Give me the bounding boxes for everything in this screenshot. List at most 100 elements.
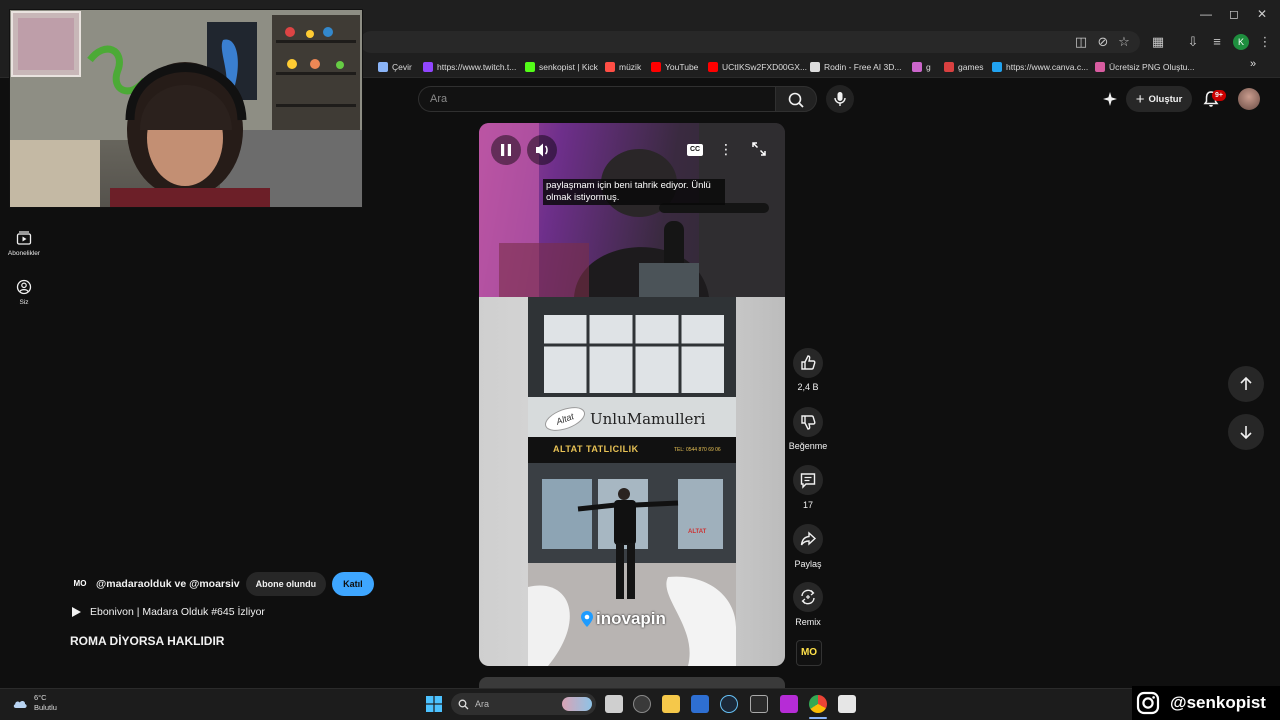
like-count: 2,4 B bbox=[797, 382, 819, 392]
bookmark-label: https://www.canva.c... bbox=[1006, 62, 1089, 72]
bookmark-star-icon[interactable]: ☆ bbox=[1115, 33, 1133, 51]
subscribed-button[interactable]: Abone olundu bbox=[245, 572, 327, 596]
maximize-button[interactable]: ◻ bbox=[1224, 4, 1244, 24]
chrome-icon[interactable] bbox=[809, 695, 827, 713]
search-placeholder: Ara bbox=[430, 93, 448, 105]
epic-games-icon[interactable] bbox=[750, 695, 768, 713]
bookmark-label: müzik bbox=[619, 62, 642, 72]
share-button[interactable] bbox=[793, 524, 823, 554]
volume-button[interactable] bbox=[527, 135, 557, 165]
remix-button[interactable] bbox=[793, 582, 823, 612]
streamer-scene bbox=[479, 123, 785, 297]
browser-menu-icon[interactable]: ⋮ bbox=[1256, 33, 1274, 51]
minimize-button[interactable]: — bbox=[1196, 4, 1216, 24]
bookmark-label: games bbox=[958, 62, 984, 72]
sidebar-item-label: Abonelikler bbox=[7, 250, 41, 257]
bookmark-label: YouTube bbox=[665, 62, 699, 72]
bookmark-item[interactable]: games bbox=[944, 58, 984, 76]
steam-icon[interactable] bbox=[720, 695, 738, 713]
storefront-scene: Altat UnluMamulleri ALTAT TATLICILIK TEL… bbox=[528, 297, 736, 666]
bookmark-item[interactable]: g bbox=[912, 58, 931, 76]
extensions-icon[interactable]: ▦ bbox=[1149, 33, 1167, 51]
short-video-player[interactable]: paylaşmam için beni tahrik ediyor. Ünlü … bbox=[479, 123, 785, 666]
next-short-preview[interactable] bbox=[479, 677, 785, 688]
close-window-button[interactable]: ✕ bbox=[1252, 4, 1272, 24]
comment-icon bbox=[800, 473, 816, 489]
sparkle-icon bbox=[1103, 92, 1117, 106]
bookmark-item[interactable]: YouTube bbox=[651, 58, 698, 76]
address-bar[interactable] bbox=[360, 31, 1140, 53]
sidebar-item-label: Siz bbox=[19, 299, 29, 306]
premium-sparkle-button[interactable] bbox=[1102, 91, 1118, 112]
task-view-icon[interactable] bbox=[605, 695, 623, 713]
microphone-icon bbox=[834, 92, 846, 106]
chatgpt-app-icon[interactable] bbox=[633, 695, 651, 713]
app-icon-white[interactable] bbox=[838, 695, 856, 713]
bookmark-item[interactable]: senkopist | Kick bbox=[525, 58, 598, 76]
sidebar-item-you[interactable]: Siz bbox=[4, 279, 44, 306]
pause-icon bbox=[501, 144, 511, 156]
taskbar-search[interactable]: Ara bbox=[451, 693, 596, 715]
bookmark-item[interactable]: https://www.canva.c... bbox=[992, 58, 1088, 76]
media-controls-icon[interactable]: ≡ bbox=[1208, 33, 1226, 51]
next-short-button[interactable] bbox=[1228, 414, 1264, 450]
microsoft-store-icon[interactable] bbox=[691, 695, 709, 713]
install-app-icon[interactable]: ◫ bbox=[1072, 33, 1090, 51]
remix-label: Remix bbox=[795, 617, 821, 627]
thumbs-down-icon bbox=[801, 415, 816, 430]
bookmark-item[interactable]: Ücretsiz PNG Oluştu... bbox=[1095, 58, 1195, 76]
bookmark-label: g bbox=[926, 62, 931, 72]
voice-search-button[interactable] bbox=[826, 85, 854, 113]
bookmark-item[interactable]: Çevir bbox=[378, 58, 412, 76]
bookmark-favicon-icon bbox=[992, 62, 1002, 72]
bookmark-favicon-icon bbox=[525, 62, 535, 72]
account-avatar[interactable] bbox=[1238, 88, 1260, 110]
search-button[interactable] bbox=[775, 86, 817, 112]
dislike-button[interactable] bbox=[793, 407, 823, 437]
create-label: Oluştur bbox=[1148, 93, 1183, 105]
webcam-scene bbox=[10, 10, 362, 207]
bookmark-item[interactable]: müzik bbox=[605, 58, 641, 76]
weather-widget[interactable]: 6°C Bulutlu bbox=[12, 693, 57, 713]
bookmark-item[interactable]: Rodin - Free AI 3D... bbox=[810, 58, 901, 76]
channel-names[interactable]: @madaraolduk ve @moarsiv bbox=[96, 578, 240, 590]
store-subsign: ALTAT TATLICILIK bbox=[553, 444, 639, 454]
search-highlight-image bbox=[562, 697, 592, 711]
arrow-up-icon bbox=[1240, 376, 1252, 390]
more-bookmarks-button[interactable]: » bbox=[1250, 58, 1256, 70]
bookmark-item[interactable]: https://www.twitch.t... bbox=[423, 58, 516, 76]
expand-icon bbox=[752, 142, 766, 156]
app-icon-purple[interactable] bbox=[780, 695, 798, 713]
sound-source-thumbnail[interactable]: MO bbox=[796, 640, 822, 666]
bookmark-favicon-icon bbox=[1095, 62, 1105, 72]
more-options-icon[interactable]: ⋮ bbox=[719, 141, 733, 158]
create-button[interactable]: + Oluştur bbox=[1126, 86, 1192, 112]
file-explorer-icon[interactable] bbox=[662, 695, 680, 713]
like-button[interactable] bbox=[793, 348, 823, 378]
user-circle-icon bbox=[16, 279, 32, 295]
channel-logo[interactable]: MO bbox=[70, 574, 90, 594]
now-playing-row[interactable]: Ebonivon | Madara Olduk #645 İzliyor bbox=[70, 606, 265, 618]
bookmark-item[interactable]: UCtIKSw2FXD00GX... bbox=[708, 58, 807, 76]
taskbar-search-placeholder: Ara bbox=[475, 699, 490, 709]
start-button[interactable] bbox=[426, 696, 442, 717]
tracking-protection-icon[interactable]: ⊘ bbox=[1094, 33, 1112, 51]
comments-button[interactable] bbox=[793, 465, 823, 495]
bookmark-favicon-icon bbox=[605, 62, 615, 72]
captions-button[interactable]: CC bbox=[687, 144, 703, 156]
previous-short-button[interactable] bbox=[1228, 366, 1264, 402]
comment-count: 17 bbox=[802, 500, 813, 510]
sidebar-item-subscriptions[interactable]: Abonelikler bbox=[4, 230, 44, 257]
remix-icon bbox=[801, 589, 815, 605]
profile-avatar[interactable]: K bbox=[1233, 34, 1249, 50]
pause-button[interactable] bbox=[491, 135, 521, 165]
join-button[interactable]: Katıl bbox=[332, 572, 374, 596]
watermark-text: inovapin bbox=[596, 609, 666, 628]
bookmark-favicon-icon bbox=[378, 62, 388, 72]
bookmark-label: Rodin - Free AI 3D... bbox=[824, 62, 902, 72]
fullscreen-button[interactable] bbox=[751, 141, 767, 162]
video-top-half: paylaşmam için beni tahrik ediyor. Ünlü … bbox=[479, 123, 785, 297]
search-input[interactable]: Ara bbox=[418, 86, 776, 112]
arrow-down-icon bbox=[1240, 426, 1252, 440]
downloads-icon[interactable]: ⇩ bbox=[1184, 33, 1202, 51]
